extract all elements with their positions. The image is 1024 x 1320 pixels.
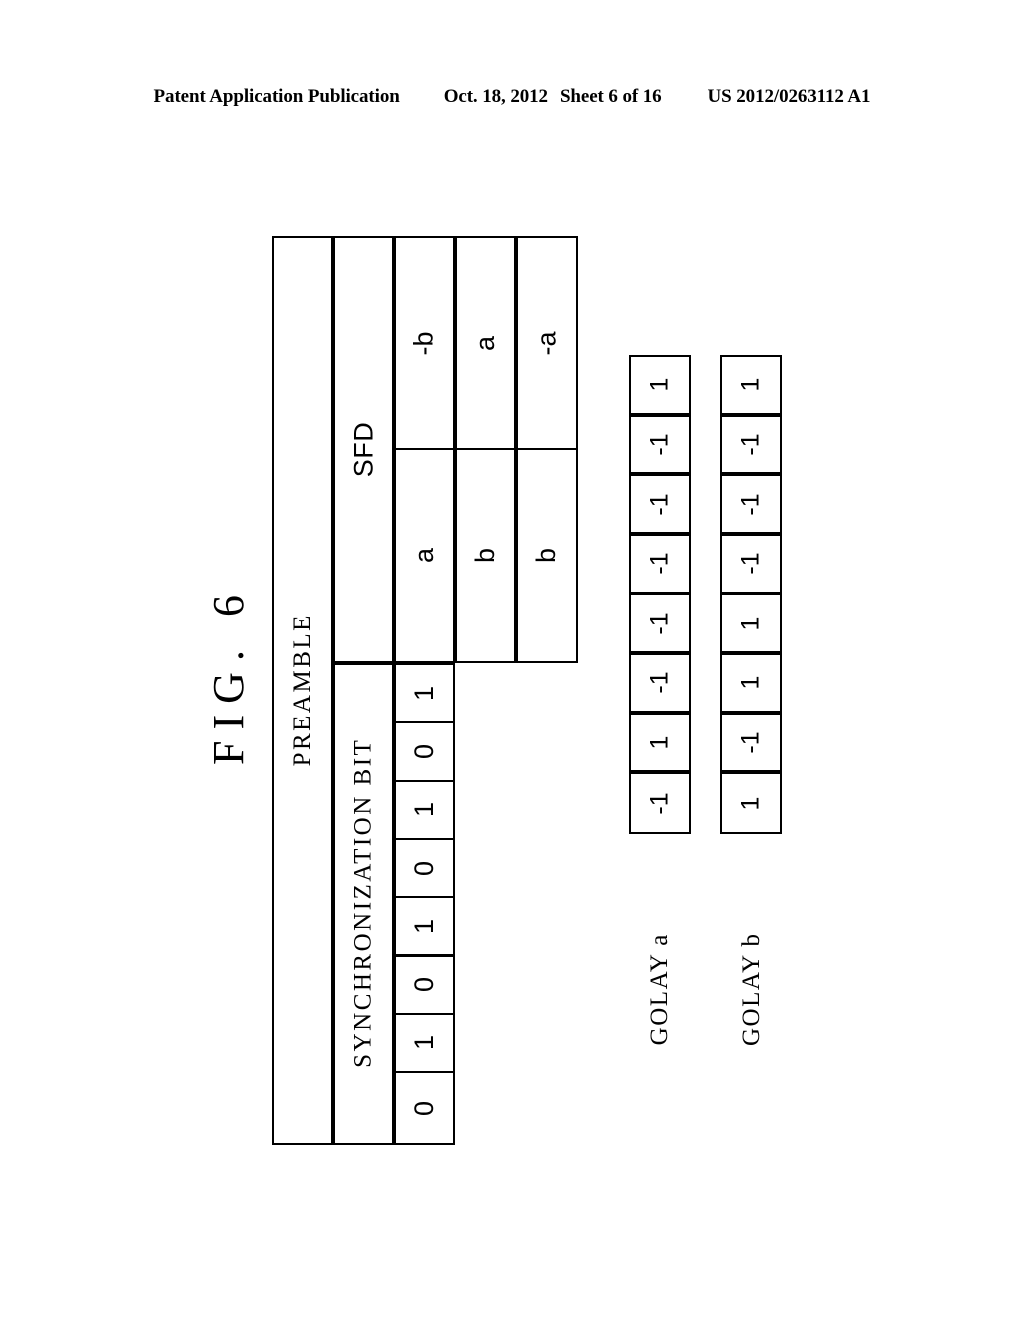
header-publication: Patent Application Publication — [153, 86, 400, 107]
sfd-column: SFD — [333, 236, 394, 663]
sfd-cell: a — [455, 236, 516, 450]
page-header: Patent Application Publication Oct. 18, … — [0, 86, 1024, 108]
golay-a-cell: -1 — [629, 474, 691, 535]
sync-bit-cell: 0 — [394, 721, 455, 782]
sfd-cell: -a — [516, 236, 578, 450]
sfd-cell: a — [394, 448, 455, 663]
golay-b-cell: -1 — [720, 474, 782, 535]
golay-a-cell: -1 — [629, 653, 691, 713]
golay-a-cell: -1 — [629, 414, 691, 475]
golay-a-cell: -1 — [629, 593, 691, 654]
sync-bit-cell: 1 — [394, 896, 455, 957]
golay-b-cell: 1 — [720, 593, 782, 654]
synchronization-bit-label: SYNCHRONIZATION BIT — [349, 737, 377, 1068]
sync-bit-cell: 1 — [394, 1012, 455, 1074]
sfd-cell: -b — [394, 236, 455, 450]
golay-a-cell: 1 — [629, 712, 691, 773]
sync-bit-cell: 0 — [394, 1071, 455, 1145]
sfd-cell: b — [516, 448, 578, 663]
header-sheet: Sheet 6 of 16 — [559, 86, 662, 107]
golay-b-cell: 1 — [720, 772, 782, 834]
golay-b-cell: -1 — [720, 533, 782, 594]
header-date: Oct. 18, 2012 — [443, 86, 548, 107]
sync-bit-cell: 1 — [394, 779, 455, 840]
sync-bit-cell: 1 — [394, 663, 455, 724]
golay-b-cell: -1 — [720, 712, 782, 773]
golay-b-label: GOLAY b — [738, 932, 765, 1047]
synchronization-bit-cells: 1 0 1 0 1 0 1 0 — [394, 663, 455, 1145]
golay-b-column: 1 -1 -1 -1 1 1 -1 1 — [720, 355, 782, 834]
sync-bit-cell: 0 — [394, 837, 455, 899]
golay-a-cell: -1 — [629, 533, 691, 594]
golay-a-cell: 1 — [629, 355, 691, 415]
sync-bit-cell: 0 — [394, 954, 455, 1015]
synchronization-bit-column: SYNCHRONIZATION BIT — [333, 663, 394, 1145]
golay-b-cell: -1 — [720, 414, 782, 475]
sfd-cell: b — [455, 448, 516, 663]
sfd-label: SFD — [348, 421, 378, 478]
golay-a-label: GOLAY a — [646, 933, 673, 1046]
golay-a-column: 1 -1 -1 -1 -1 -1 1 -1 — [629, 355, 691, 834]
golay-a-cell: -1 — [629, 772, 691, 834]
sfd-grid: -b a -a a b b — [394, 236, 578, 663]
preamble-label: PREAMBLE — [288, 612, 316, 766]
header-doc-number: US 2012/0263112 A1 — [707, 86, 871, 107]
golay-b-cell: 1 — [720, 653, 782, 713]
golay-b-cell: 1 — [720, 355, 782, 415]
preamble-column: PREAMBLE — [272, 236, 333, 1145]
